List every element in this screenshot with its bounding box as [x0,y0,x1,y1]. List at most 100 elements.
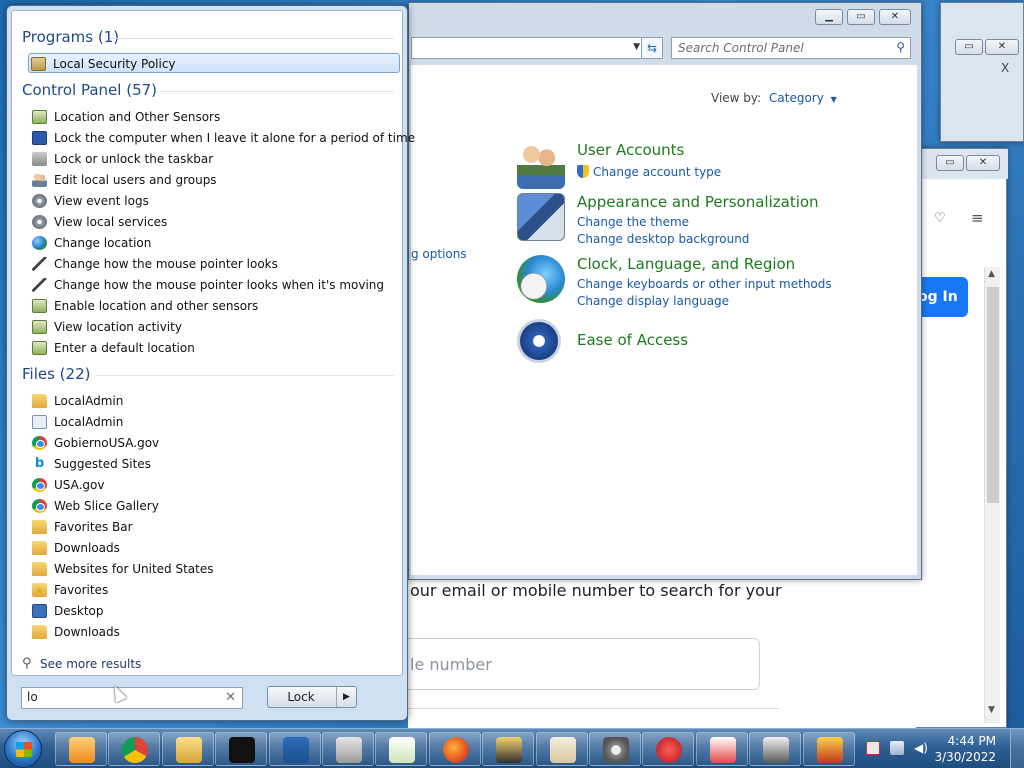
taskbar-button[interactable] [322,732,374,766]
taskbar-button[interactable] [535,732,588,766]
list-item[interactable]: Lock the computer when I leave it alone … [30,128,415,148]
taskbar-button[interactable] [695,732,748,766]
restore-button[interactable]: ▭ [936,155,964,171]
login-button[interactable]: og In [916,277,968,317]
list-item[interactable]: Change location [30,233,400,253]
restore-button[interactable]: ▭ [955,39,983,55]
view-by-label: View by: [711,91,762,105]
search-icon[interactable]: ⚲ [896,40,905,54]
desktop-icon [32,604,47,618]
list-item[interactable]: Change how the mouse pointer looks [30,254,400,274]
scrollbar[interactable]: ▲ ▼ [984,267,1000,723]
scroll-thumb[interactable] [987,287,999,503]
category-title[interactable]: Ease of Access [577,331,688,349]
list-item[interactable]: GobiernoUSA.gov [30,433,400,453]
users-icon [32,173,47,187]
see-more-results[interactable]: ⚲ See more results [20,654,390,674]
browser-input[interactable]: le number [408,638,760,690]
category-title[interactable]: Clock, Language, and Region [577,255,795,273]
list-item[interactable]: Web Slice Gallery [30,496,400,516]
list-item[interactable]: View location activity [30,317,400,337]
category-link[interactable]: Change display language [577,294,729,308]
close-icon[interactable]: X [1001,61,1009,75]
volume-icon[interactable]: ◀) [914,741,928,755]
list-item[interactable]: Lock or unlock the taskbar [30,149,400,169]
pocket-icon[interactable]: ♡ [934,211,946,226]
category-link[interactable]: Change desktop background [577,232,749,246]
list-item[interactable]: Websites for United States [30,559,400,579]
clock-date[interactable]: 3/30/2022 [934,750,996,764]
taskbar-button[interactable] [375,732,428,766]
address-bar[interactable]: ▼ [411,37,645,59]
start-button[interactable] [4,730,42,768]
appearance-icon[interactable] [517,193,565,241]
list-item[interactable]: b Suggested Sites [30,454,400,474]
taskbar-button[interactable] [108,732,161,766]
view-by-dropdown[interactable]: Category ▼ [769,91,837,105]
list-item[interactable]: Downloads [30,622,400,642]
category-link[interactable]: Change the theme [577,215,689,229]
list-item[interactable]: View local services [30,212,400,232]
clear-search-icon[interactable]: ✕ [225,690,236,705]
monitor-icon [32,131,47,145]
category-link[interactable]: Change account type [577,165,721,179]
list-item[interactable]: LocalAdmin [30,412,400,432]
show-desktop-button[interactable] [1010,729,1024,768]
taskbar-button[interactable] [749,732,802,766]
chevron-right-icon[interactable]: ▶ [336,687,356,707]
folder-icon [32,541,47,555]
lock-button[interactable]: Lock ▶ [267,686,357,708]
taskbar-button[interactable] [642,732,695,766]
minimize-button[interactable]: ▁ [815,9,843,25]
taskbar-button[interactable] [802,732,855,766]
list-item[interactable]: Downloads [30,538,400,558]
maximize-button[interactable]: ▭ [847,9,875,25]
partial-link[interactable]: g options [411,247,467,261]
clock-time[interactable]: 4:44 PM [948,734,996,748]
taskbar-button[interactable] [428,732,481,766]
taskbar-button[interactable] [161,732,214,766]
list-item[interactable]: Local Security Policy [28,53,400,73]
list-item[interactable]: USA.gov [30,475,400,495]
close-button[interactable]: ✕ [879,9,911,25]
category-title[interactable]: User Accounts [577,141,684,159]
list-item[interactable]: Enter a default location [30,338,400,358]
list-item[interactable]: Location and Other Sensors [30,107,400,127]
purble-place-icon [656,737,683,763]
firefox-icon [442,737,469,763]
taskbar-button[interactable] [268,732,321,766]
category-title[interactable]: Appearance and Personalization [577,193,819,211]
ease-of-access-icon[interactable] [517,319,561,363]
taskbar-button[interactable] [482,732,535,766]
list-item[interactable]: Desktop [30,601,400,621]
scroll-down-icon[interactable]: ▼ [988,705,995,715]
list-item[interactable]: Edit local users and groups [30,170,400,190]
action-center-icon[interactable] [866,741,880,755]
network-icon[interactable] [890,741,904,755]
taskbar-button[interactable] [589,732,641,766]
folder-icon [32,562,47,576]
search-input[interactable]: lo ✕ [21,687,243,709]
category-link[interactable]: Change keyboards or other input methods [577,277,832,291]
menu-icon[interactable]: ≡ [971,209,984,227]
list-item[interactable]: View event logs [30,191,400,211]
list-item[interactable]: Favorites Bar [30,517,400,537]
user-accounts-icon[interactable] [517,141,565,189]
sensors-icon [32,341,47,355]
command-prompt-icon [229,737,256,763]
chevron-down-icon[interactable]: ▼ [633,42,640,52]
list-item[interactable]: Enable location and other sensors [30,296,400,316]
refresh-button[interactable]: ⇆ [641,37,663,59]
taskbar-button[interactable] [215,732,268,766]
close-button[interactable]: ✕ [966,155,1000,171]
scroll-up-icon[interactable]: ▲ [988,269,995,279]
list-item[interactable]: Change how the mouse pointer looks when … [30,275,400,295]
close-button[interactable]: ✕ [985,39,1019,55]
list-item[interactable]: LocalAdmin [30,391,400,411]
file-explorer-icon [175,737,202,763]
list-item[interactable]: Favorites [30,580,400,602]
taskbar-button[interactable] [55,732,107,766]
clock-globe-icon[interactable] [517,255,565,303]
search-input[interactable]: Search Control Panel ⚲ [671,37,911,59]
powershell-icon [282,737,309,763]
